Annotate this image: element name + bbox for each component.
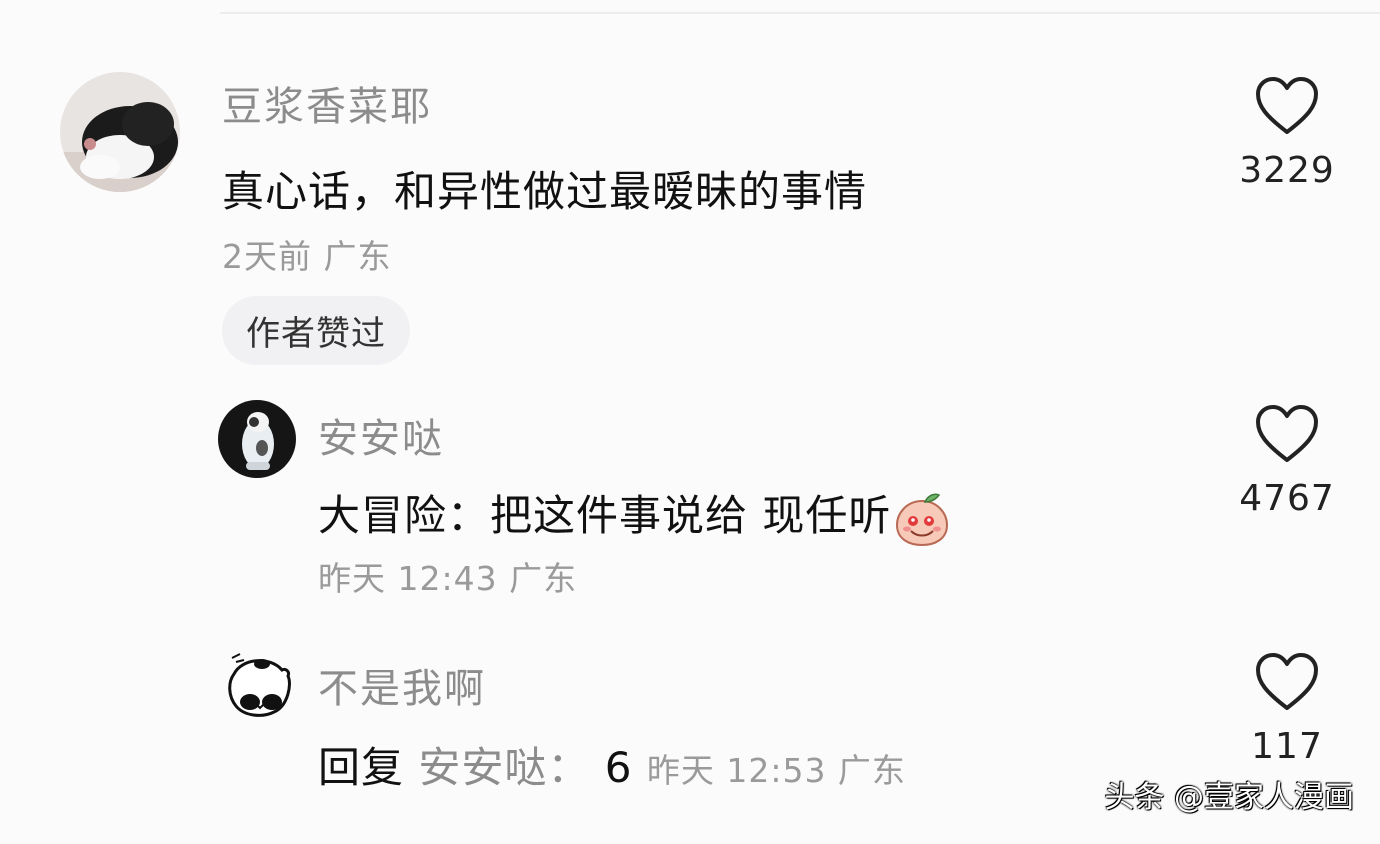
comment-text[interactable]: 大冒险：把这件事说给 现任听 <box>318 482 949 547</box>
comment-meta: 昨天 12:43 广东 <box>318 559 578 598</box>
heart-icon <box>1256 405 1318 462</box>
heart-icon <box>1256 77 1318 134</box>
comment-meta: 2天前 广东 <box>222 237 392 276</box>
like-button[interactable]: 4767 <box>1232 404 1342 519</box>
like-count: 117 <box>1251 726 1323 767</box>
username[interactable]: 不是我啊 <box>318 656 486 714</box>
heart-icon <box>1256 653 1318 710</box>
reply-text: 6 <box>604 743 633 792</box>
username[interactable]: 豆浆香菜耶 <box>222 74 432 132</box>
top-divider <box>220 12 1380 14</box>
panda-avatar-icon <box>226 650 294 722</box>
comment-text[interactable]: 真心话，和异性做过最暧昧的事情 <box>222 158 867 219</box>
watermark: 头条 @壹家人漫画 <box>1104 780 1354 815</box>
reply-target-user[interactable]: 安安哒： <box>418 743 590 792</box>
comment-text-body: 大冒险：把这件事说给 现任听 <box>318 491 892 540</box>
avatar[interactable] <box>60 72 180 192</box>
comment-text[interactable]: 回复 安安哒： 6 昨天 12:53 广东 <box>318 734 906 795</box>
comment-meta: 昨天 12:53 广东 <box>646 751 906 790</box>
like-button[interactable]: 3229 <box>1232 76 1342 191</box>
like-count: 4767 <box>1239 478 1335 519</box>
cat-avatar-icon <box>60 72 180 192</box>
like-button[interactable]: 117 <box>1232 652 1342 767</box>
avatar[interactable] <box>226 650 294 722</box>
username[interactable]: 安安哒 <box>318 406 444 464</box>
author-liked-badge: 作者赞过 <box>222 296 410 365</box>
reply-label: 回复 <box>318 743 405 792</box>
avatar[interactable] <box>218 400 296 478</box>
peach-emoji-icon <box>896 493 949 546</box>
like-count: 3229 <box>1239 150 1335 191</box>
cat-avatar-icon <box>218 400 296 478</box>
